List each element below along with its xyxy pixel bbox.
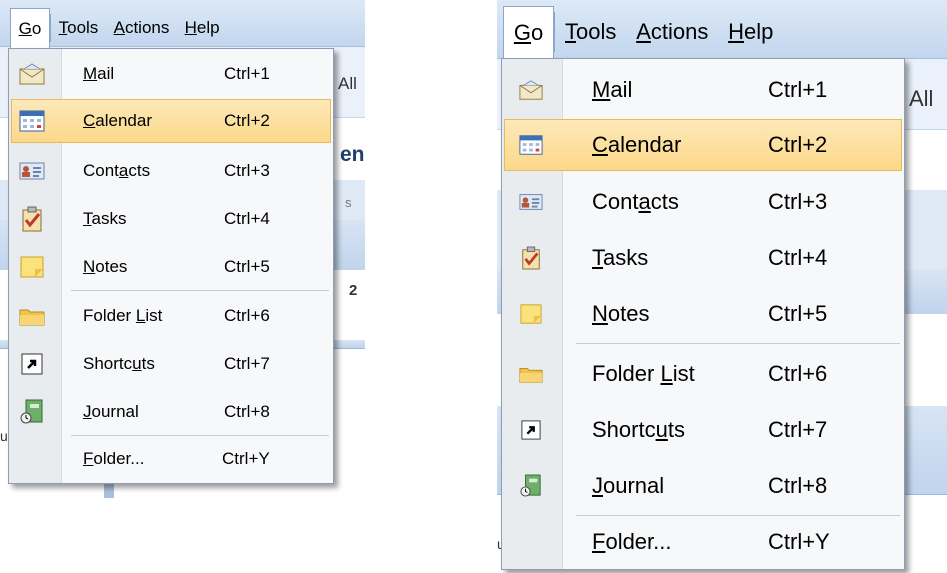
mail-icon (17, 59, 47, 89)
menu-separator (576, 343, 900, 344)
menu-item-mail[interactable]: Mail Ctrl+1 (504, 65, 902, 115)
menu-item-shortcut: Ctrl+6 (768, 361, 828, 386)
folder-icon (17, 301, 47, 331)
menu-item-shortcut: Ctrl+1 (224, 64, 270, 83)
menu-item-shortcut: Ctrl+1 (768, 77, 828, 102)
menu-item-shortcut: Ctrl+3 (224, 161, 270, 180)
menu-go[interactable]: Go (503, 5, 555, 59)
menu-item-label: Mail (592, 77, 633, 102)
menu-item-shortcut: Ctrl+Y (222, 449, 270, 468)
menu-item-shortcut: Ctrl+8 (224, 402, 270, 421)
contacts-icon (516, 187, 546, 217)
left-screenshot-panel: All en s 2 u Go Tools Actions Help Mail … (0, 0, 365, 505)
shortcut-icon (516, 415, 546, 445)
menu-item-label: Mail (83, 64, 115, 83)
menu-item-shortcut: Ctrl+4 (768, 245, 828, 270)
menubar: Go Tools Actions Help (503, 5, 783, 59)
menu-item-label: Folder... (83, 449, 145, 468)
menu-separator (71, 290, 329, 291)
bg-text-s: s (345, 195, 352, 210)
menu-item-shortcut: Ctrl+3 (768, 189, 828, 214)
menu-item-notes[interactable]: Notes Ctrl+5 (504, 287, 902, 341)
notes-icon (516, 299, 546, 329)
menu-item-shortcut: Ctrl+Y (768, 529, 830, 554)
menu-item-shortcut: Ctrl+2 (768, 132, 828, 157)
calendar-icon (516, 130, 546, 160)
menu-item-label: Tasks (592, 245, 649, 270)
menu-go[interactable]: Go (10, 7, 50, 49)
menu-item-label: Folder List (592, 361, 695, 386)
menu-item-calendar[interactable]: Calendar Ctrl+2 (11, 99, 331, 143)
bg-text-u: u (0, 428, 8, 444)
menu-item-label: Notes (83, 257, 128, 276)
shortcut-icon (17, 349, 47, 379)
menu-item-tasks[interactable]: Tasks Ctrl+4 (504, 231, 902, 285)
menu-item-shortcut: Ctrl+5 (768, 301, 828, 326)
journal-icon (516, 471, 546, 501)
menu-item-contacts[interactable]: Contacts Ctrl+3 (11, 149, 331, 193)
menu-item-shortcut: Ctrl+7 (768, 417, 828, 442)
menu-item-contacts[interactable]: Contacts Ctrl+3 (504, 175, 902, 229)
menu-item-journal[interactable]: Journal Ctrl+8 (11, 390, 331, 434)
menu-item-folder[interactable]: Folder... Ctrl+Y (11, 439, 331, 479)
right-screenshot-panel: All u Go Tools Actions Help Mail Ctrl+1 … (497, 0, 947, 573)
bg-text-2: 2 (349, 282, 358, 299)
menu-item-tasks[interactable]: Tasks Ctrl+4 (11, 197, 331, 241)
menu-separator (71, 435, 329, 436)
menu-item-label: Contacts (592, 189, 679, 214)
menu-item-shortcut: Ctrl+8 (768, 473, 828, 498)
menu-actions[interactable]: Actions (626, 19, 718, 45)
menu-item-journal[interactable]: Journal Ctrl+8 (504, 459, 902, 513)
menu-item-label: Contacts (83, 161, 151, 180)
menu-item-shortcut: Ctrl+4 (224, 209, 270, 228)
bg-text-all: All (909, 86, 934, 111)
menu-item-calendar[interactable]: Calendar Ctrl+2 (504, 119, 902, 171)
go-dropdown-menu: Mail Ctrl+1 Calendar Ctrl+2 Contacts Ctr… (8, 48, 334, 484)
folder-icon (516, 359, 546, 389)
menu-item-label: Shortcuts (83, 354, 155, 373)
menu-item-label: Journal (592, 473, 665, 498)
menu-item-shortcut: Ctrl+5 (224, 257, 270, 276)
go-dropdown-menu: Mail Ctrl+1 Calendar Ctrl+2 Contacts Ctr… (501, 58, 905, 570)
menu-item-label: Folder... (592, 529, 672, 554)
menu-item-notes[interactable]: Notes Ctrl+5 (11, 245, 331, 289)
menu-item-shortcut: Ctrl+6 (224, 306, 270, 325)
mail-icon (516, 75, 546, 105)
menu-item-label: Journal (83, 402, 139, 421)
menu-item-label: Notes (592, 301, 650, 326)
menu-item-label: Tasks (83, 209, 127, 228)
menu-item-label: Shortcuts (592, 417, 685, 442)
menu-item-shortcut: Ctrl+2 (224, 111, 270, 130)
menu-item-mail[interactable]: Mail Ctrl+1 (11, 55, 331, 93)
calendar-icon (17, 106, 47, 136)
menu-item-shortcuts[interactable]: Shortcuts Ctrl+7 (504, 403, 902, 457)
bg-text-all: All (338, 74, 357, 93)
menu-actions[interactable]: Actions (106, 18, 177, 38)
menu-item-label: Calendar (83, 111, 152, 130)
menu-item-label: Folder List (83, 306, 163, 325)
menu-item-shortcut: Ctrl+7 (224, 354, 270, 373)
menu-item-folder-list[interactable]: Folder List Ctrl+6 (504, 347, 902, 401)
tasks-icon (516, 243, 546, 273)
menu-tools[interactable]: Tools (555, 19, 626, 45)
journal-icon (17, 397, 47, 427)
menu-help[interactable]: Help (718, 19, 783, 45)
menu-item-label: Calendar (592, 132, 682, 157)
tasks-icon (17, 204, 47, 234)
menubar: Go Tools Actions Help (10, 7, 227, 49)
notes-icon (17, 252, 47, 282)
menu-item-shortcuts[interactable]: Shortcuts Ctrl+7 (11, 342, 331, 386)
bg-text-en: en (340, 143, 365, 166)
menu-item-folder[interactable]: Folder... Ctrl+Y (504, 519, 902, 565)
menu-tools[interactable]: Tools (51, 18, 106, 38)
menu-help[interactable]: Help (177, 18, 227, 38)
contacts-icon (17, 156, 47, 186)
menu-separator (576, 515, 900, 516)
menu-item-folder-list[interactable]: Folder List Ctrl+6 (11, 294, 331, 338)
